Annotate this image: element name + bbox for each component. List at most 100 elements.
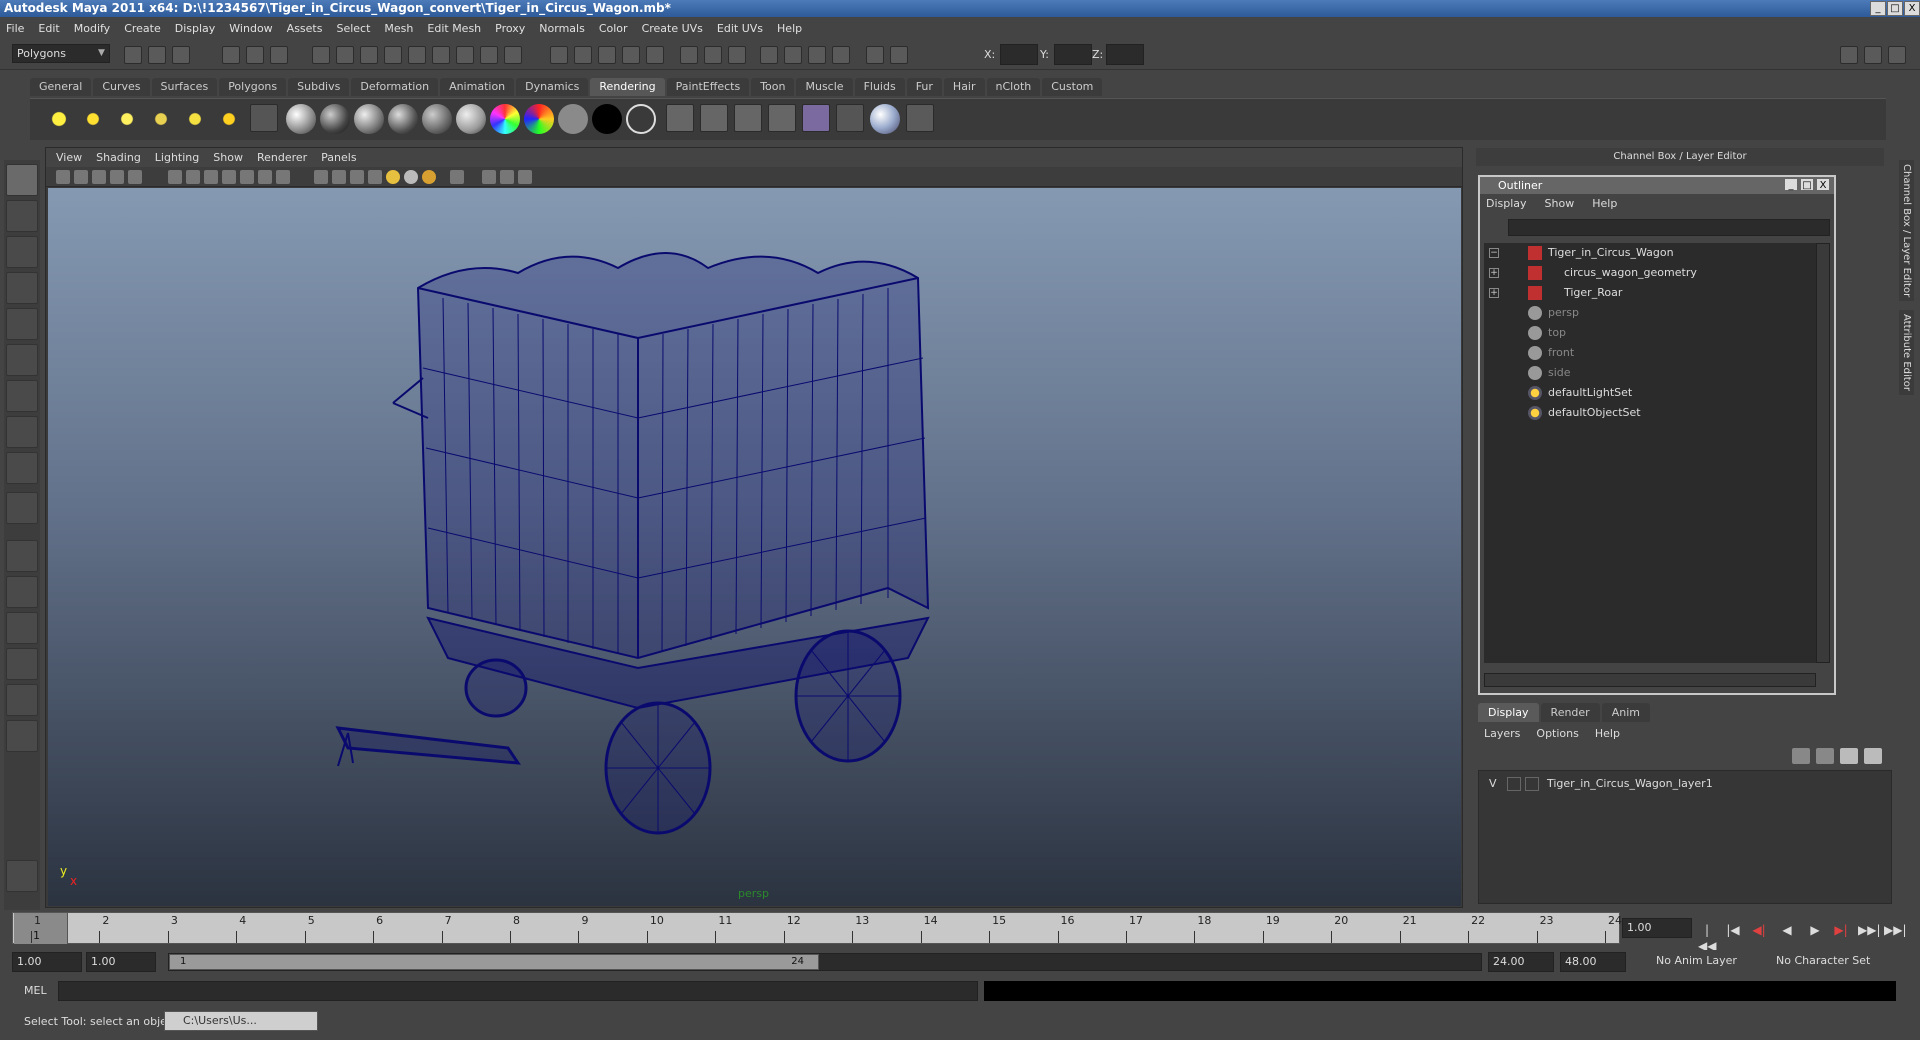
select-camera-icon[interactable] (56, 170, 70, 184)
input-ops-icon[interactable] (504, 46, 522, 64)
mel-input[interactable] (58, 981, 978, 1001)
menu-help[interactable]: Help (777, 22, 802, 35)
shelf-tab-subdivs[interactable]: Subdivs (288, 78, 350, 96)
go-to-start-button[interactable]: |◀◀ (1698, 922, 1716, 953)
soft-mod-icon[interactable] (6, 416, 38, 448)
shelf-tab-rendering[interactable]: Rendering (590, 78, 665, 96)
menu-edit[interactable]: Edit (38, 22, 59, 35)
menu-display[interactable]: Display (175, 22, 216, 35)
panel-layout-icon[interactable] (1840, 46, 1858, 64)
go-to-end-button[interactable]: ▶▶| (1884, 922, 1907, 938)
step-forward-key-button[interactable]: ▶▶| (1858, 922, 1881, 938)
outliner-filter-field[interactable] (1508, 219, 1830, 236)
single-perspective-layout-icon[interactable] (6, 540, 38, 572)
playback-start-field[interactable]: 1.00 (86, 952, 156, 972)
mel-label[interactable]: MEL (24, 984, 47, 997)
range-slider-handle[interactable]: 1 24 (169, 954, 819, 970)
shelf-tab-curves[interactable]: Curves (93, 78, 150, 96)
make-live-icon[interactable] (432, 46, 450, 64)
lock-camera-icon[interactable] (74, 170, 88, 184)
layer-type-toggle[interactable] (1507, 777, 1521, 791)
menu-window[interactable]: Window (229, 22, 272, 35)
render-settings-shelf-icon[interactable] (768, 104, 796, 132)
select-object-icon[interactable] (246, 46, 264, 64)
menu-create-uvs[interactable]: Create UVs (642, 22, 703, 35)
anim-layer-dropdown[interactable]: No Anim Layer (1652, 952, 1752, 972)
current-time-field[interactable]: 1.00 (1622, 918, 1692, 938)
tool-settings-toggle-icon[interactable] (728, 46, 746, 64)
shelf-tab-general[interactable]: General (30, 78, 92, 96)
vp-menu-panels[interactable]: Panels (321, 151, 356, 164)
volume-light-icon[interactable] (214, 104, 244, 134)
open-scene-icon[interactable] (148, 46, 166, 64)
new-scene-icon[interactable] (124, 46, 142, 64)
four-view-layout-icon[interactable] (6, 576, 38, 608)
layer-menu-help[interactable]: Help (1595, 725, 1620, 743)
ramp-shader-icon[interactable] (490, 104, 520, 134)
vtab-attribute-editor[interactable]: Attribute Editor (1899, 310, 1914, 395)
shelf-tab-muscle[interactable]: Muscle (796, 78, 853, 96)
layer-menu-options[interactable]: Options (1536, 725, 1578, 743)
vp-menu-lighting[interactable]: Lighting (155, 151, 199, 164)
safe-action-icon[interactable] (258, 170, 272, 184)
2d-pan-zoom-icon[interactable] (128, 170, 142, 184)
shelf-tab-hair[interactable]: Hair (943, 78, 985, 96)
minimized-window-button[interactable]: C:\Users\Us... (164, 1011, 318, 1031)
bookmark-icon[interactable] (92, 170, 106, 184)
attribute-editor-toggle-icon[interactable] (704, 46, 722, 64)
menu-modify[interactable]: Modify (74, 22, 110, 35)
snap-plane-icon[interactable] (408, 46, 426, 64)
universal-manip-icon[interactable] (6, 380, 38, 412)
shading-map-icon[interactable] (626, 104, 656, 134)
layer-tab-render[interactable]: Render (1540, 703, 1600, 722)
render-settings-icon[interactable] (622, 46, 640, 64)
paint-select-tool-icon[interactable] (6, 236, 38, 268)
coord-y-field[interactable] (1054, 44, 1092, 65)
range-slider[interactable]: 1 24 (168, 953, 1482, 971)
layered-shader-icon[interactable] (456, 104, 486, 134)
surface-shader-icon[interactable] (558, 104, 588, 134)
outliner-item-tiger-roar[interactable]: + Tiger_Roar (1484, 283, 1816, 303)
shelf-tab-polygons[interactable]: Polygons (219, 78, 287, 96)
layer-tab-anim[interactable]: Anim (1601, 703, 1650, 722)
use-background-icon[interactable] (592, 104, 622, 134)
menu-normals[interactable]: Normals (539, 22, 585, 35)
time-slider-current-frame-marker[interactable] (14, 913, 68, 944)
shelf-tab-fur[interactable]: Fur (906, 78, 942, 96)
outliner-horizontal-scrollbar[interactable] (1484, 673, 1816, 687)
ipr-shelf-icon[interactable] (734, 104, 762, 132)
layer-color-swatch[interactable] (1525, 777, 1539, 791)
select-component-icon[interactable] (270, 46, 288, 64)
layer-visibility-toggle[interactable]: V (1489, 775, 1497, 793)
outliner-item-front[interactable]: front (1484, 343, 1816, 363)
channel-box-icon[interactable] (1864, 46, 1882, 64)
outliner-menu-show[interactable]: Show (1545, 197, 1575, 215)
menu-mesh[interactable]: Mesh (384, 22, 413, 35)
use-default-light-icon[interactable] (386, 170, 400, 184)
last-tool-icon[interactable] (6, 492, 38, 524)
anisotropic-material-icon[interactable] (422, 104, 452, 134)
outliner-item-circus-wagon-geometry[interactable]: + circus_wagon_geometry (1484, 263, 1816, 283)
hypershade-shelf-icon[interactable] (802, 104, 830, 132)
resolution-gate-icon[interactable] (204, 170, 218, 184)
shelf-tab-custom[interactable]: Custom (1042, 78, 1103, 96)
vtab-channel-box[interactable]: Channel Box / Layer Editor (1899, 160, 1914, 302)
close-button[interactable]: X (1904, 1, 1920, 16)
hypershade-icon[interactable] (646, 46, 664, 64)
render-region-icon[interactable] (760, 46, 778, 64)
show-manip-icon[interactable] (6, 452, 38, 484)
batch-render-icon[interactable] (808, 46, 826, 64)
shelf-tab-fluids[interactable]: Fluids (854, 78, 905, 96)
gate-mask-icon[interactable] (222, 170, 236, 184)
menu-proxy[interactable]: Proxy (495, 22, 525, 35)
menu-color[interactable]: Color (599, 22, 628, 35)
ipr-render-icon[interactable] (598, 46, 616, 64)
move-tool-icon[interactable] (6, 272, 38, 304)
point-light-icon[interactable] (112, 104, 142, 134)
outliner-item-persp[interactable]: persp (1484, 303, 1816, 323)
render-current-shelf-icon[interactable] (700, 104, 728, 132)
snap-point-icon[interactable] (384, 46, 402, 64)
rotate-tool-icon[interactable] (6, 308, 38, 340)
render-current-icon[interactable] (574, 46, 592, 64)
outliner-close-button[interactable]: X (1816, 178, 1830, 191)
